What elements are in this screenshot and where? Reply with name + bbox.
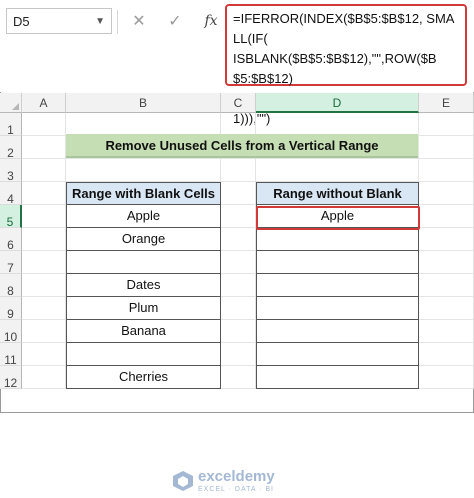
cell-b3[interactable] [66,159,221,182]
cell-a10[interactable] [22,320,66,343]
left-table-cell[interactable]: Dates [66,274,221,297]
right-table-cell[interactable] [256,297,419,320]
left-table-cell[interactable]: Cherries [66,366,221,389]
select-all-icon [12,103,19,110]
right-table-cell[interactable] [256,366,419,389]
cell-a7[interactable] [22,251,66,274]
row-header-5[interactable]: 5 [0,205,22,229]
cell-e10[interactable] [419,320,474,343]
enter-icon[interactable]: ✓ [164,11,186,31]
cell-a5[interactable] [22,205,66,228]
cell-e8[interactable] [419,274,474,297]
cell-c4[interactable] [221,182,256,205]
cell-a3[interactable] [22,159,66,182]
row-header-6[interactable]: 6 [0,228,22,252]
left-table-cell[interactable]: Banana [66,320,221,343]
column-header-d[interactable]: D [256,93,419,113]
cell-c7[interactable] [221,251,256,274]
cell-e12[interactable] [419,366,474,389]
cell-c10[interactable] [221,320,256,343]
cell-d3[interactable] [256,159,419,182]
cell-a12[interactable] [22,366,66,389]
cell-e6[interactable] [419,228,474,251]
cell-a4[interactable] [22,182,66,205]
formula-buttons: ✕ ✓ fx [124,8,224,34]
cell-c3[interactable] [221,159,256,182]
watermark-name: exceldemy [198,468,275,485]
exceldemy-logo-icon [173,471,193,491]
left-table-cell[interactable] [66,251,221,274]
cell-a6[interactable] [22,228,66,251]
cell-a1[interactable] [22,113,66,136]
spreadsheet-grid: 12 11 10 9 8 7 6 5 4 3 2 1 Remove Unused Cells from … [0,93,474,493]
active-cell-d5[interactable] [256,206,420,230]
cell-c6[interactable] [221,228,256,251]
row-header-7[interactable]: 7 [0,251,22,275]
right-table-cell[interactable] [256,343,419,366]
cell-a9[interactable] [22,297,66,320]
cell-e2[interactable] [419,136,474,159]
row-header-2[interactable]: 2 [0,136,22,160]
cell-d1[interactable] [256,113,419,136]
formula-bar: D5 ▼ ✕ ✓ fx =IFERROR(INDEX($B$5:$B$12, S… [0,0,474,126]
left-table-header[interactable]: Range with Blank Cells [66,182,221,205]
row-header-11[interactable]: 11 [0,343,22,367]
watermark: exceldemy EXCEL · DATA · BI [172,468,302,498]
formula-bar-divider [117,10,118,34]
cell-a11[interactable] [22,343,66,366]
cell-c5[interactable] [221,205,256,228]
row-header-8[interactable]: 8 [0,274,22,298]
cell-e9[interactable] [419,297,474,320]
row-header-1[interactable]: 1 [0,113,22,137]
cell-a8[interactable] [22,274,66,297]
right-table-header[interactable]: Range without Blank Cells [256,182,419,222]
select-all-corner[interactable] [0,93,22,113]
column-header-a[interactable]: A [22,93,66,113]
sheet-title: Remove Unused Cells from a Vertical Rang… [66,134,418,158]
column-header-e[interactable]: E [419,93,474,113]
cell-c12[interactable] [221,366,256,389]
row-header-3[interactable]: 3 [0,159,22,183]
right-table-cell[interactable] [256,274,419,297]
cell-e11[interactable] [419,343,474,366]
right-table-cell[interactable] [256,251,419,274]
left-table-cell[interactable] [66,343,221,366]
cell-e3[interactable] [419,159,474,182]
right-table-cell[interactable] [256,228,419,251]
cell-a2[interactable] [22,136,66,159]
cell-c9[interactable] [221,297,256,320]
cell-e5[interactable] [419,205,474,228]
column-header-c[interactable]: C [221,93,256,113]
cell-b1[interactable] [66,113,221,136]
left-table-cell[interactable]: Orange [66,228,221,251]
cancel-icon[interactable]: ✕ [128,11,150,31]
left-table-cell[interactable]: Plum [66,297,221,320]
formula-input[interactable]: =IFERROR(INDEX($B$5:$B$12, SMALL(IF( ISB… [225,4,467,126]
insert-function-icon[interactable]: fx [200,13,222,29]
row-header-10[interactable]: 10 [0,320,22,344]
left-table-cell[interactable]: Apple [66,205,221,228]
name-box-value: D5 [13,14,30,29]
cell-c8[interactable] [221,274,256,297]
row-header-12[interactable]: 12 [0,366,22,390]
cell-e1[interactable] [419,113,474,136]
row-header-9[interactable]: 9 [0,297,22,321]
chevron-down-icon[interactable]: ▼ [95,9,105,35]
watermark-tagline: EXCEL · DATA · BI [198,486,274,493]
name-box[interactable]: D5 ▼ [6,8,112,34]
cell-c11[interactable] [221,343,256,366]
cell-e4[interactable] [419,182,474,205]
cell-c1[interactable] [221,113,256,136]
right-table-cell[interactable] [256,320,419,343]
cell-e7[interactable] [419,251,474,274]
column-header-b[interactable]: B [66,93,221,113]
row-header-4[interactable]: 4 [0,182,22,206]
